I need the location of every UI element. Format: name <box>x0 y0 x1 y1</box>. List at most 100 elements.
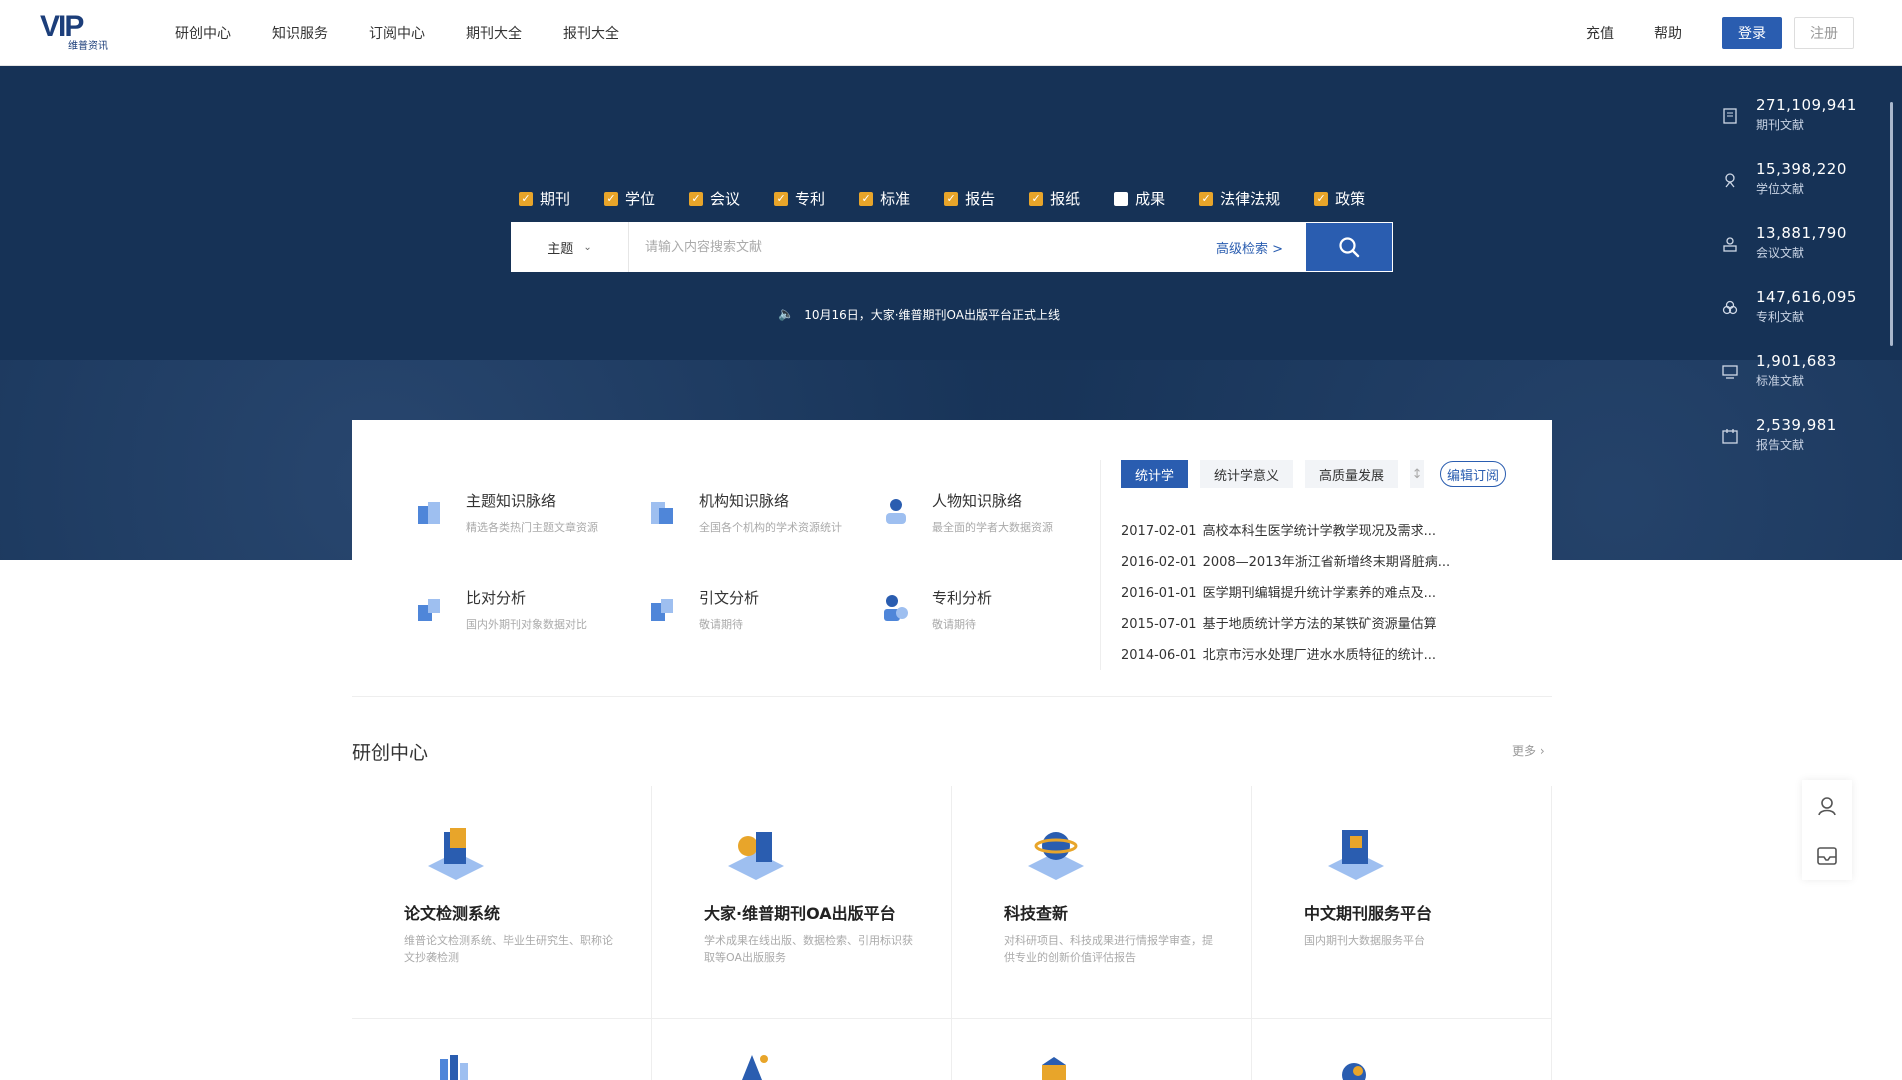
logo[interactable]: VIP 维普资讯 <box>40 12 120 52</box>
checkbox-checked-icon[interactable]: ✓ <box>1314 191 1329 206</box>
conference-icon <box>1720 234 1740 254</box>
stat-journal: 271,109,941 期刊文献 <box>1720 96 1880 160</box>
speaker-icon: 🔈 <box>778 307 795 322</box>
standard-icon <box>1720 362 1740 382</box>
search-button[interactable] <box>1305 222 1393 272</box>
card-novelty-search[interactable]: 科技查新 对科研项目、科技成果进行情报学审查，提供专业的创新价值评估报告 <box>952 786 1252 1018</box>
tab-statistical-significance[interactable]: 统计学意义 <box>1200 460 1294 488</box>
customer-service-icon[interactable] <box>1816 795 1838 817</box>
card-oa-platform[interactable]: 大家·维普期刊OA出版平台 学术成果在线出版、数据检索、引用标识获取等OA出版服… <box>652 786 952 1018</box>
nav-link-newspapers[interactable]: 报刊大全 <box>563 23 619 43</box>
top-nav: VIP 维普资讯 研创中心 知识服务 订阅中心 期刊大全 报刊大全 充值 帮助 … <box>0 0 1902 66</box>
tools-panel: 主题知识脉络 精选各类热门主题文章资源 机构知识脉络 全国各个机构的学术资源统计 人… <box>352 420 1552 700</box>
service-icon <box>440 1055 468 1080</box>
tab-statistics[interactable]: 统计学 <box>1121 460 1189 488</box>
nav-link-knowledge[interactable]: 知识服务 <box>272 23 328 43</box>
type-filter-journal[interactable]: ✓ 期刊 <box>519 188 570 209</box>
service-icon <box>1042 1057 1066 1080</box>
type-filter-degree[interactable]: ✓ 学位 <box>604 188 655 209</box>
tool-patent-analysis[interactable]: 专利分析 敬请期待 <box>878 585 1098 635</box>
message-box-icon[interactable] <box>1816 846 1838 866</box>
nav-right: 充值 帮助 登录 注册 <box>1586 0 1854 66</box>
list-item[interactable]: 2015-07-01 基于地质统计学方法的某铁矿资源量估算 <box>1121 609 1551 640</box>
checkbox-checked-icon[interactable]: ✓ <box>944 191 959 206</box>
type-filter-report[interactable]: ✓ 报告 <box>944 188 995 209</box>
help-link[interactable]: 帮助 <box>1654 23 1682 43</box>
card-row2-3[interactable] <box>952 1019 1252 1080</box>
degree-icon <box>1720 170 1740 190</box>
type-filter-patent[interactable]: ✓ 专利 <box>774 188 825 209</box>
stat-conference: 13,881,790 会议文献 <box>1720 224 1880 288</box>
checkbox-checked-icon[interactable]: ✓ <box>689 191 704 206</box>
type-filter-policy[interactable]: ✓ 政策 <box>1314 188 1365 209</box>
journal-icon <box>1720 106 1740 126</box>
logo-mark: VIP <box>40 10 84 43</box>
list-item[interactable]: 2016-02-01 2008—2013年浙江省新增终末期肾脏病... <box>1121 547 1551 578</box>
person-knowledge-icon <box>886 499 906 524</box>
topic-knowledge-icon <box>418 502 440 524</box>
main-nav: 研创中心 知识服务 订阅中心 期刊大全 报刊大全 <box>175 0 660 66</box>
chevron-down-icon: ⌄ <box>583 241 592 253</box>
tool-org-knowledge[interactable]: 机构知识脉络 全国各个机构的学术资源统计 <box>645 488 865 538</box>
checkbox-checked-icon[interactable]: ✓ <box>859 191 874 206</box>
checkbox-checked-icon[interactable]: ✓ <box>1029 191 1044 206</box>
checkbox-checked-icon[interactable]: ✓ <box>1199 191 1214 206</box>
section-divider <box>352 696 1552 697</box>
stats-sidebar: 271,109,941 期刊文献 15,398,220 学位文献 13,881,79… <box>1720 96 1880 480</box>
tab-high-quality-development[interactable]: 高质量发展 <box>1305 460 1399 488</box>
stat-patent: 147,616,095 专利文献 <box>1720 288 1880 352</box>
type-filter-achievement[interactable]: 成果 <box>1114 188 1165 209</box>
service-icon <box>742 1055 768 1080</box>
list-item[interactable]: 2016-01-01 医学期刊编辑提升统计学素养的难点及... <box>1121 578 1551 609</box>
stats-scrollbar[interactable] <box>1890 102 1893 346</box>
checkbox-checked-icon[interactable]: ✓ <box>604 191 619 206</box>
card-journal-platform[interactable]: 中文期刊服务平台 国内期刊大数据服务平台 <box>1252 786 1552 1018</box>
compare-analysis-icon <box>418 599 440 621</box>
list-item[interactable]: 2014-06-01 北京市污水处理厂进水水质特征的统计... <box>1121 640 1551 671</box>
register-button[interactable]: 注册 <box>1794 17 1854 49</box>
stat-standard: 1,901,683 标准文献 <box>1720 352 1880 416</box>
panel-divider <box>1100 460 1101 670</box>
section-title: 研创中心 <box>352 742 429 764</box>
type-filter-newspaper[interactable]: ✓ 报纸 <box>1029 188 1080 209</box>
advanced-search-link[interactable]: 高级检索 > <box>1216 238 1283 257</box>
tool-topic-knowledge[interactable]: 主题知识脉络 精选各类热门主题文章资源 <box>412 488 632 538</box>
patent-icon <box>1720 298 1740 318</box>
stat-degree: 15,398,220 学位文献 <box>1720 160 1880 224</box>
type-filter-law[interactable]: ✓ 法律法规 <box>1199 188 1280 209</box>
article-list: 2017-02-01 高校本科生医学统计学教学现况及需求... 2016-02-0… <box>1121 516 1551 671</box>
tool-person-knowledge[interactable]: 人物知识脉络 最全面的学者大数据资源 <box>878 488 1098 538</box>
search-icon <box>1339 237 1360 258</box>
edit-subscription-button[interactable]: 编辑订阅 <box>1440 461 1507 487</box>
patent-analysis-icon <box>884 595 908 621</box>
login-button[interactable]: 登录 <box>1722 17 1782 49</box>
card-row2-4[interactable] <box>1252 1019 1552 1080</box>
tab-overflow[interactable]: ↕ <box>1410 460 1425 488</box>
search-input[interactable] <box>629 222 1216 272</box>
nav-link-journals[interactable]: 期刊大全 <box>466 23 522 43</box>
type-filter-conference[interactable]: ✓ 会议 <box>689 188 740 209</box>
recharge-link[interactable]: 充值 <box>1586 23 1614 43</box>
citation-analysis-icon <box>651 599 673 621</box>
search-scope-select[interactable]: 主题 ⌄ <box>511 222 629 272</box>
more-link[interactable]: 更多 › <box>1512 742 1545 759</box>
type-filter-standard[interactable]: ✓ 标准 <box>859 188 910 209</box>
list-item[interactable]: 2017-02-01 高校本科生医学统计学教学现况及需求... <box>1121 516 1551 547</box>
novelty-search-icon <box>1028 832 1084 880</box>
tool-citation-analysis[interactable]: 引文分析 敬请期待 <box>645 585 865 635</box>
paper-check-icon <box>428 828 484 880</box>
document-type-filters: ✓ 期刊 ✓ 学位 ✓ 会议 ✓ 专利 ✓ 标准 ✓ 报告 ✓ 报纸 成果 ✓ 法律法规 ✓ 政策 <box>519 188 1399 209</box>
tool-compare-analysis[interactable]: 比对分析 国内外期刊对象数据对比 <box>412 585 632 635</box>
report-icon <box>1720 426 1740 446</box>
checkbox-unchecked-icon[interactable] <box>1114 191 1129 206</box>
nav-link-research[interactable]: 研创中心 <box>175 23 231 43</box>
announcement-text: 10月16日，大家·维普期刊OA出版平台正式上线 <box>804 308 1060 322</box>
checkbox-checked-icon[interactable]: ✓ <box>519 191 533 206</box>
search-bar: 主题 ⌄ 高级检索 > <box>511 222 1393 272</box>
checkbox-checked-icon[interactable]: ✓ <box>774 191 789 206</box>
nav-link-subscribe[interactable]: 订阅中心 <box>369 23 425 43</box>
card-paper-check[interactable]: 论文检测系统 维普论文检测系统、毕业生研究生、职称论文抄袭检测 <box>352 786 652 1018</box>
announcement[interactable]: 🔈 10月16日，大家·维普期刊OA出版平台正式上线 <box>778 306 1060 323</box>
card-row2-1[interactable] <box>352 1019 652 1080</box>
card-row2-2[interactable] <box>652 1019 952 1080</box>
